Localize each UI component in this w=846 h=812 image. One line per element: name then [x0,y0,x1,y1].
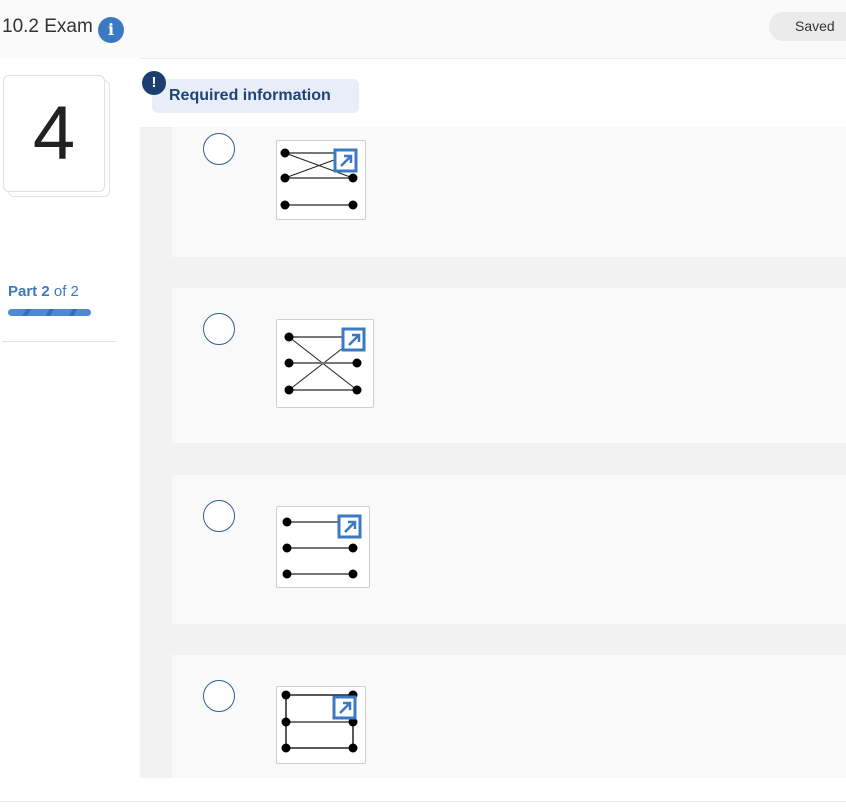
graph-thumbnail-d[interactable] [276,686,366,764]
graph-thumbnail-icon [282,514,362,579]
expand-icon [333,148,358,173]
radio-option-d[interactable] [203,680,235,712]
top-bar: 10.2 Exam i Saved [0,0,846,59]
part-total: of 2 [53,283,79,300]
graph-thumbnail-icon [284,327,366,395]
part-progress-fill [8,309,91,316]
question-content: Required information ! [140,65,846,778]
radio-option-c[interactable] [203,500,235,532]
answer-option-c [172,475,846,624]
part-indicator: Part 2 of 2 [8,283,79,300]
question-number: 4 [32,91,76,176]
info-icon[interactable]: i [98,17,124,43]
part-prefix: Part [8,283,38,300]
radio-option-b[interactable] [203,313,235,345]
expand-icon [337,514,362,539]
graph-thumbnail-a[interactable] [276,140,366,220]
graph-thumbnail-c[interactable] [276,506,370,588]
expand-icon [341,327,366,352]
graph-thumbnail-icon [280,148,358,210]
part-current: 2 [41,283,50,300]
answer-option-b [172,288,846,443]
answer-option-d [172,655,846,778]
required-info-button[interactable]: Required information [152,79,359,113]
part-progress-bar [8,309,91,316]
exam-title: 10.2 Exam [2,16,93,37]
answer-option-a [172,127,846,257]
graph-thumbnail-icon [281,690,358,753]
required-info-banner: Required information ! [140,65,846,128]
radio-option-a[interactable] [203,133,235,165]
alert-icon: ! [142,71,166,95]
sidebar-divider [2,341,116,342]
footer-divider [0,801,846,802]
required-info-label: Required information [169,87,331,104]
saved-status-badge: Saved [769,12,846,41]
expand-icon [332,695,357,720]
question-number-card: 4 [3,75,105,192]
question-sidebar: 4 Part 2 of 2 [0,58,140,812]
graph-thumbnail-b[interactable] [276,319,374,408]
